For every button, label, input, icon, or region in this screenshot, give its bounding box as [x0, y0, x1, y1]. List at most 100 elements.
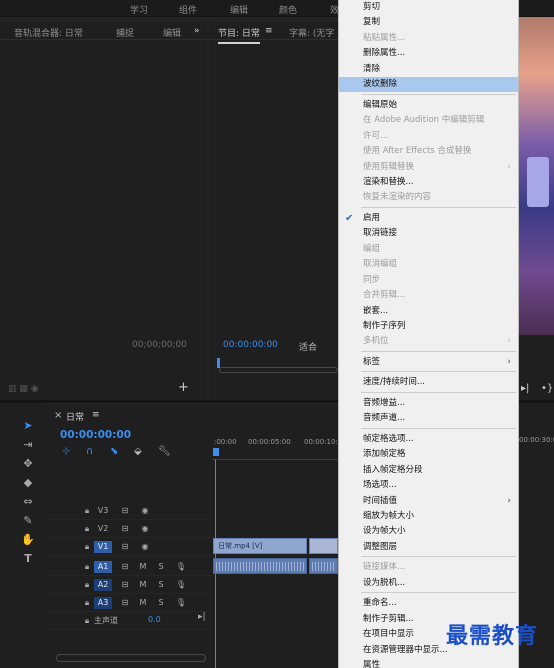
audio-clip-2[interactable]: [309, 558, 338, 574]
sync-lock-icon[interactable]: ⊟: [116, 597, 134, 609]
export-frame-icon[interactable]: •}: [541, 383, 553, 394]
context-menu-item[interactable]: 重命名...: [339, 596, 518, 611]
context-menu-item[interactable]: 帧定格选项...: [339, 432, 518, 447]
context-menu-item[interactable]: 嵌套...: [339, 304, 518, 319]
mic-icon[interactable]: 🎙︎: [172, 597, 190, 609]
program-timecode[interactable]: 00:00:00:00: [223, 340, 278, 350]
sync-lock-icon[interactable]: ⊟: [116, 579, 134, 591]
solo-button[interactable]: S: [152, 579, 170, 591]
context-menu-item[interactable]: 场选项...: [339, 478, 518, 493]
slip-tool-icon[interactable]: ⇔: [18, 494, 38, 510]
mute-button[interactable]: M: [134, 579, 152, 591]
nest-toggle-icon[interactable]: ⊹: [62, 446, 70, 457]
context-menu-item[interactable]: 编辑原始: [339, 98, 518, 113]
track-header-a2[interactable]: 🔒︎ A2 ⊟ M S 🎙︎: [48, 576, 212, 594]
sequence-menu-icon[interactable]: ≡: [92, 410, 100, 420]
tab-edit[interactable]: 编辑: [163, 26, 181, 39]
eye-icon[interactable]: ◉: [136, 523, 154, 535]
panel-overflow-button[interactable]: »: [194, 26, 200, 36]
context-menu-item[interactable]: 设为脱机...: [339, 576, 518, 591]
workspace-tab-learn[interactable]: 学习: [130, 3, 148, 16]
wrench-icon[interactable]: 🔧︎: [158, 446, 171, 457]
lock-icon[interactable]: 🔒︎: [78, 561, 96, 573]
track-header-a1[interactable]: A1 🔒︎ ⊟ M S 🎙︎: [48, 558, 212, 576]
track-select-tool-icon[interactable]: ⇥: [18, 437, 38, 453]
hand-tool-icon[interactable]: ✋: [18, 532, 38, 548]
solo-button[interactable]: S: [152, 561, 170, 573]
tab-program[interactable]: 节目: 日常: [218, 26, 260, 44]
mixer-icons[interactable]: ▥ ▦ ◉: [8, 384, 39, 394]
eye-icon[interactable]: ◉: [136, 505, 154, 517]
workspace-tab-editing[interactable]: 编辑: [230, 3, 248, 16]
master-end-icon[interactable]: ▸|: [198, 612, 206, 622]
context-menu-item[interactable]: 剪切: [339, 0, 518, 15]
context-menu-item[interactable]: 调整图层: [339, 540, 518, 555]
snap-icon[interactable]: ∩: [86, 446, 93, 457]
sequence-tab[interactable]: 日常: [66, 410, 84, 423]
track-header-v3[interactable]: 🔒︎ V3 ⊟ ◉: [48, 502, 212, 520]
audio-clip[interactable]: [213, 558, 307, 574]
sync-lock-icon[interactable]: ⊟: [116, 561, 134, 573]
type-tool-icon[interactable]: T: [18, 551, 38, 567]
context-menu-item[interactable]: 属性: [339, 658, 518, 668]
context-menu-item[interactable]: 时间插值 ›: [339, 494, 518, 509]
fit-dropdown[interactable]: 适合: [299, 340, 317, 353]
track-name[interactable]: A3: [94, 597, 112, 609]
mute-button[interactable]: M: [134, 597, 152, 609]
workspace-tab-color[interactable]: 颜色: [279, 3, 297, 16]
timeline-scrollbar[interactable]: [56, 654, 206, 662]
master-track-header[interactable]: 🔒︎ 主声道 0.0 ▸|: [48, 612, 212, 630]
zoom-scrollbar[interactable]: [219, 367, 338, 373]
tab-captions[interactable]: 字幕: (无字: [289, 26, 334, 39]
sync-lock-icon[interactable]: ⊟: [116, 523, 134, 535]
context-menu-item[interactable]: 音频声道...: [339, 411, 518, 426]
source-patch-a1[interactable]: A1: [94, 561, 112, 573]
video-clip[interactable]: 日常.mp4 [V]: [213, 538, 307, 554]
tab-capture[interactable]: 捕捉: [116, 26, 134, 39]
razor-tool-icon[interactable]: ◆: [18, 475, 38, 491]
context-menu-item[interactable]: 渲染和替换...: [339, 175, 518, 190]
context-menu-item[interactable]: 制作子序列: [339, 319, 518, 334]
tab-audio-mixer[interactable]: 音轨混合器: 日常: [14, 26, 83, 39]
time-ruler[interactable]: :00:00 00:00:05:00 00:00:10:00: [212, 434, 347, 460]
track-header-a3[interactable]: 🔒︎ A3 ⊟ M S 🎙︎: [48, 594, 212, 612]
workspace-tab-assembly[interactable]: 组件: [179, 3, 197, 16]
mic-icon[interactable]: 🎙︎: [172, 579, 190, 591]
program-menu-icon[interactable]: ≡: [265, 26, 273, 36]
add-button[interactable]: +: [178, 380, 189, 395]
mic-icon[interactable]: 🎙︎: [172, 561, 190, 573]
source-patch-v1[interactable]: V1: [94, 541, 112, 553]
pen-tool-icon[interactable]: ✎: [18, 513, 38, 529]
timeline-timecode[interactable]: 00:00:00:00: [60, 429, 131, 441]
close-sequence-icon[interactable]: ×: [54, 410, 62, 421]
sync-lock-icon[interactable]: ⊟: [116, 541, 134, 553]
add-marker-icon[interactable]: ⬙: [134, 446, 142, 457]
timeline-playhead[interactable]: [213, 448, 219, 456]
step-forward-icon[interactable]: ▸|: [521, 383, 529, 394]
track-header-v1[interactable]: V1 🔒︎ ⊟ ◉: [48, 538, 212, 556]
eye-icon[interactable]: ◉: [136, 541, 154, 553]
linked-selection-icon[interactable]: ⬊: [110, 446, 118, 457]
sync-lock-icon[interactable]: ⊟: [116, 505, 134, 517]
context-menu-item[interactable]: 音频增益...: [339, 396, 518, 411]
context-menu-item[interactable]: 复制: [339, 15, 518, 30]
master-volume[interactable]: 0.0: [148, 615, 161, 624]
context-menu-item[interactable]: 波纹删除: [339, 77, 518, 93]
context-menu-item[interactable]: 插入帧定格分段: [339, 463, 518, 478]
context-menu-item[interactable]: 设为帧大小: [339, 524, 518, 539]
lock-icon[interactable]: 🔒︎: [78, 541, 96, 553]
selection-tool-icon[interactable]: ➤: [18, 418, 38, 434]
context-menu-item[interactable]: 添加帧定格: [339, 447, 518, 462]
context-menu-item[interactable]: 缩放为帧大小: [339, 509, 518, 524]
context-menu-item[interactable]: 标签 ›: [339, 355, 518, 370]
track-header-v2[interactable]: 🔒︎ V2 ⊟ ◉: [48, 520, 212, 538]
context-menu-item[interactable]: 删除属性...: [339, 46, 518, 61]
solo-button[interactable]: S: [152, 597, 170, 609]
context-menu-item[interactable]: 取消链接: [339, 226, 518, 241]
mute-button[interactable]: M: [134, 561, 152, 573]
context-menu-item[interactable]: 清除: [339, 62, 518, 77]
track-name[interactable]: A2: [94, 579, 112, 591]
context-menu-item[interactable]: 启用 ✔: [339, 211, 518, 226]
context-menu-item[interactable]: 速度/持续时间...: [339, 375, 518, 390]
ripple-edit-tool-icon[interactable]: ✥: [18, 456, 38, 472]
